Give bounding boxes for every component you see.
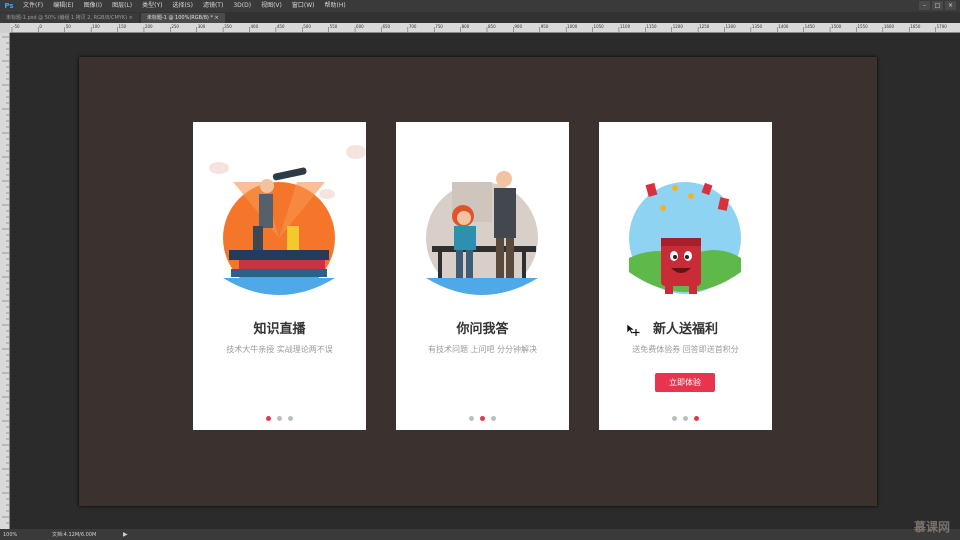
ruler-tick-label: 100: [92, 24, 100, 29]
page-dot-3[interactable]: [694, 416, 699, 421]
page-indicator: [193, 416, 366, 421]
try-now-button[interactable]: 立即体验: [655, 373, 715, 392]
ruler-tick-label: 1400: [778, 24, 789, 29]
tab-document-1[interactable]: 未标题-1.psd @ 50% (编组 1 拷贝 2, RGB/8/CMYK) …: [0, 13, 139, 23]
document-tab-bar: 未标题-1.psd @ 50% (编组 1 拷贝 2, RGB/8/CMYK) …: [0, 12, 960, 23]
ruler-tick-label: 1700: [937, 24, 948, 29]
window-controls: – □ ×: [919, 1, 956, 10]
ruler-tick-label: 500: [303, 24, 311, 29]
ruler-tick-label: 450: [277, 24, 285, 29]
ruler-tick-label: 800: [462, 24, 470, 29]
menu-bar: Ps 文件(F) 编辑(E) 图像(I) 图层(L) 类型(Y) 选择(S) 滤…: [0, 0, 960, 12]
teacher-student-illustration: [426, 171, 538, 295]
ruler-tick-label: 550: [330, 24, 338, 29]
telescope-man-illustration: [209, 145, 366, 295]
ruler-tick-label: 1200: [673, 24, 684, 29]
ruler-tick-label: 200: [145, 24, 153, 29]
card-title: 知识直播: [253, 322, 306, 337]
ruler-tick-label: 1350: [752, 24, 763, 29]
menu-select[interactable]: 选择(S): [167, 0, 198, 12]
close-icon[interactable]: ×: [945, 1, 956, 10]
zoom-level[interactable]: 100%: [0, 532, 22, 538]
page-dot-2[interactable]: [683, 416, 688, 421]
page-indicator: [599, 416, 772, 421]
ruler-tick-label: 1050: [594, 24, 605, 29]
onboarding-card-1: 知识直播 技术大牛亲授 实战理论两不误: [193, 122, 366, 430]
menu-filter[interactable]: 滤镜(T): [198, 0, 228, 12]
card-title: 新人送福利: [652, 322, 718, 337]
ruler-tick-label: 50: [66, 24, 72, 29]
top-ruler[interactable]: -50 0 50 100 150 200 250 300 350 400 450 500 550 600 6…: [10, 23, 960, 33]
page-dot-2[interactable]: [480, 416, 485, 421]
ruler-tick-label: 850: [488, 24, 496, 29]
onboarding-card-3: 新人送福利 送免费体验券 回答即送首积分 立即体验: [599, 122, 772, 430]
ruler-tick-label: 950: [541, 24, 549, 29]
menu-edit[interactable]: 编辑(E): [48, 0, 78, 12]
ruler-tick-label: -50: [13, 24, 20, 29]
ruler-tick-label: 1650: [910, 24, 921, 29]
menu-type[interactable]: 类型(Y): [137, 0, 167, 12]
ruler-tick-label: 1100: [620, 24, 631, 29]
status-menu-arrow-icon[interactable]: ▶: [123, 531, 128, 538]
move-cursor-icon: [626, 323, 640, 336]
ruler-tick-label: 700: [409, 24, 417, 29]
ruler-tick-label: 1550: [857, 24, 868, 29]
menu-view[interactable]: 视图(V): [256, 0, 287, 12]
ruler-tick-label: 400: [251, 24, 259, 29]
menu-file[interactable]: 文件(F): [18, 0, 48, 12]
ruler-tick-label: 750: [435, 24, 443, 29]
watermark-logo: 慕课网: [913, 520, 950, 534]
restore-icon[interactable]: □: [932, 1, 943, 10]
ruler-tick-label: 300: [198, 24, 206, 29]
ruler-tick-label: 250: [171, 24, 179, 29]
ruler-tick-label: 1300: [726, 24, 737, 29]
menu-window[interactable]: 窗口(W): [287, 0, 320, 12]
card-subtitle: 送免费体验券 回答即送首积分: [632, 345, 739, 354]
onboarding-card-2: 你问我答 有技术问题 上问吧 分分钟解决: [396, 122, 569, 430]
red-packet-character-illustration: [629, 182, 741, 294]
ruler-tick-label: 1150: [646, 24, 657, 29]
card-subtitle: 技术大牛亲授 实战理论两不误: [226, 345, 333, 354]
photoshop-logo[interactable]: Ps: [0, 0, 18, 12]
page-dot-3[interactable]: [491, 416, 496, 421]
ruler-tick-label: 900: [514, 24, 522, 29]
left-ruler[interactable]: [0, 33, 10, 529]
ruler-tick-label: 150: [119, 24, 127, 29]
card-subtitle: 有技术问题 上问吧 分分钟解决: [427, 345, 538, 354]
ruler-tick-label: 350: [224, 24, 232, 29]
ruler-tick-label: 1000: [567, 24, 578, 29]
ruler-tick-label: 650: [382, 24, 390, 29]
document-size-info[interactable]: 文档:4.12M/6.00M: [22, 531, 96, 538]
page-dot-1[interactable]: [266, 416, 271, 421]
ruler-tick-label: 1600: [884, 24, 895, 29]
page-dot-1[interactable]: [469, 416, 474, 421]
ruler-tick-label: 0: [39, 24, 42, 29]
page-dot-1[interactable]: [672, 416, 677, 421]
menu-3d[interactable]: 3D(D): [228, 0, 256, 12]
tab-document-2[interactable]: 未标题-1 @ 100%(RGB/8) * ×: [140, 13, 225, 23]
page-dot-3[interactable]: [288, 416, 293, 421]
ruler-tick-label: 1450: [805, 24, 816, 29]
page-indicator: [396, 416, 569, 421]
menu-layer[interactable]: 图层(L): [107, 0, 137, 12]
page-dot-2[interactable]: [277, 416, 282, 421]
ruler-corner[interactable]: [0, 23, 10, 33]
menu-help[interactable]: 帮助(H): [320, 0, 351, 12]
card-title: 你问我答: [456, 322, 509, 337]
status-bar: 100% 文档:4.12M/6.00M ▶: [0, 529, 960, 540]
menu-image[interactable]: 图像(I): [79, 0, 107, 12]
minimize-icon[interactable]: –: [919, 1, 930, 10]
ruler-tick-label: 1500: [831, 24, 842, 29]
ruler-tick-label: 600: [356, 24, 364, 29]
ruler-tick-label: 1250: [699, 24, 710, 29]
